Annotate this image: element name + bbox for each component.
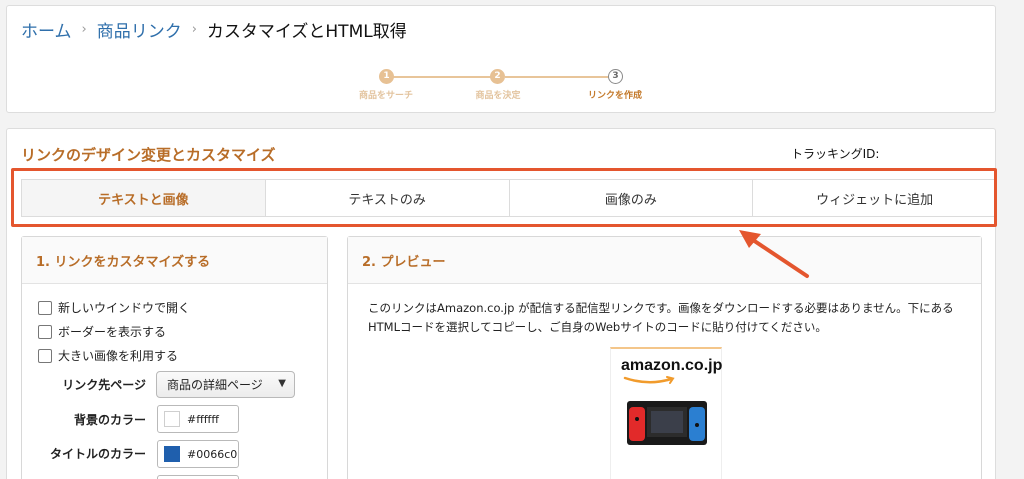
customize-panel: 1. リンクをカスタマイズする 新しいウインドウで開く ボーダーを表示する 大き…: [21, 236, 328, 479]
step-3-dot: 3: [608, 69, 623, 84]
checkbox-label: 新しいウインドウで開く: [58, 301, 191, 315]
preview-panel-title: 2. プレビュー: [348, 237, 981, 284]
checkbox-row-large-image[interactable]: 大きい画像を利用する: [38, 347, 178, 364]
progress-steps: 1 商品をサーチ 2 商品を決定 3 リンクを作成: [7, 6, 995, 112]
bg-color-swatch[interactable]: [164, 411, 180, 427]
checkbox-row-border[interactable]: ボーダーを表示する: [38, 323, 166, 340]
header-card: ホーム › 商品リンク › カスタマイズとHTML取得 1 商品をサーチ 2 商…: [6, 5, 996, 113]
step-1-label: 商品をサーチ: [358, 91, 413, 101]
preview-panel: 2. プレビュー このリンクはAmazon.co.jp が配信する配信型リンクで…: [347, 236, 982, 479]
title-color-label: タイトルのカラー: [49, 447, 146, 461]
arrow-icon: [739, 230, 809, 278]
chevron-down-icon: ▼: [278, 378, 286, 389]
checkbox-label: 大きい画像を利用する: [58, 349, 179, 363]
title-color-input[interactable]: #0066c0: [157, 440, 239, 468]
step-2-label: 商品を決定: [475, 91, 521, 101]
bg-color-input[interactable]: #ffffff: [157, 405, 239, 433]
preview-widget[interactable]: amazon.co.jp: [610, 347, 722, 479]
step-connector: [505, 76, 610, 78]
checkbox-large-image[interactable]: [38, 348, 52, 363]
bg-color-value: #ffffff: [187, 412, 219, 426]
step-3-label: リンクを作成: [587, 91, 642, 101]
step-1-dot: 1: [379, 69, 394, 84]
customize-panel-title: 1. リンクをカスタマイズする: [22, 237, 327, 284]
next-color-input[interactable]: [157, 475, 239, 479]
preview-description: このリンクはAmazon.co.jp が配信する配信型リンクです。画像をダウンロ…: [368, 301, 954, 334]
tracking-id-label: トラッキングID:: [791, 147, 880, 161]
checkbox-show-border[interactable]: [38, 324, 52, 339]
tabs-highlight-box: [11, 168, 997, 227]
product-image-icon: [627, 401, 707, 445]
amazon-logo: amazon.co.jp: [621, 357, 723, 374]
title-color-value: #0066c0: [187, 447, 238, 461]
checkbox-label: ボーダーを表示する: [58, 325, 167, 339]
link-destination-value: 商品の詳細ページ: [167, 378, 263, 392]
link-destination-label: リンク先ページ: [62, 378, 146, 392]
checkbox-new-window[interactable]: [38, 300, 52, 315]
amazon-smile-icon: [623, 376, 675, 384]
step-connector: [393, 76, 498, 78]
section-title: リンクのデザイン変更とカスタマイズ: [21, 146, 276, 164]
bg-color-label: 背景のカラー: [73, 413, 146, 427]
step-2-dot: 2: [490, 69, 505, 84]
checkbox-row-new-window[interactable]: 新しいウインドウで開く: [38, 299, 190, 316]
link-destination-select[interactable]: 商品の詳細ページ ▼: [156, 371, 295, 398]
title-color-swatch[interactable]: [164, 446, 180, 462]
